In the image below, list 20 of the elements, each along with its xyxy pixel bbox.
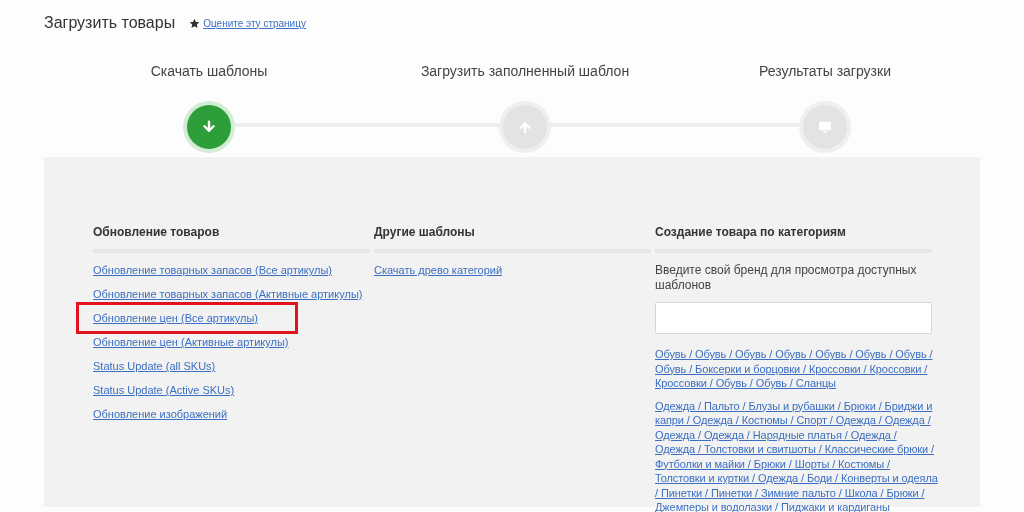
template-link[interactable]: Обновление товарных запасов (Активные артикулы)	[93, 287, 363, 302]
section-heading: Создание товара по категориям	[655, 223, 932, 253]
template-link[interactable]: Обновление изображений	[93, 407, 228, 422]
category-link[interactable]: Обувь / Обувь / Обувь / Обувь / Обувь / Обувь / Обувь / Обувь / Боксерки и борцовки / Кроссовки / Кроссовки / Кроссовки / Обувь / Обувь / Сланцы	[655, 347, 939, 391]
step-label: Результаты загрузки	[759, 62, 891, 81]
rate-page-link[interactable]: Оцените эту страницу	[203, 15, 306, 31]
page-title: Загрузить товары	[44, 13, 176, 33]
template-link[interactable]: Скачать древо категорий	[374, 263, 503, 278]
section-heading: Обновление товаров	[93, 223, 370, 253]
template-link[interactable]: Обновление цен (Активные артикулы)	[93, 335, 289, 350]
brand-prompt: Введите свой бренд для просмотра доступных шаблонов	[655, 263, 918, 293]
step-label: Скачать шаблоны	[150, 62, 268, 81]
star-icon	[189, 17, 201, 29]
template-link[interactable]: Status Update (Active SKUs)	[93, 383, 235, 398]
step-label: Загрузить заполненный шаблон	[420, 62, 630, 81]
brand-input-field[interactable]	[655, 302, 932, 334]
section-heading: Другие шаблоны	[374, 223, 651, 253]
template-link[interactable]: Обновление цен (Все артикулы)	[93, 311, 259, 326]
template-link[interactable]: Status Update (all SKUs)	[93, 359, 216, 374]
template-link[interactable]: Обновление товарных запасов (Все артикулы)	[93, 263, 332, 278]
